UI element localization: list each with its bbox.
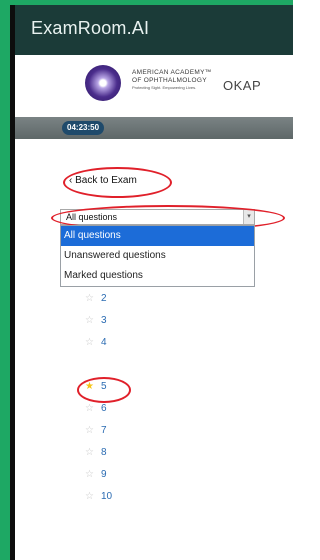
countdown-timer: 04:23:50 <box>62 121 105 135</box>
filter-option-unanswered[interactable]: Unanswered questions <box>61 246 254 266</box>
star-icon[interactable]: ☆ <box>85 491 97 502</box>
star-icon[interactable]: ☆ <box>85 337 97 348</box>
question-number: 7 <box>101 425 107 436</box>
exam-header: AMERICAN ACADEMY™ OF OPHTHALMOLOGY Prote… <box>15 55 293 117</box>
question-item[interactable]: ☆ 9 <box>85 469 145 485</box>
question-item[interactable]: ☆ 6 <box>85 403 145 419</box>
org-name-line2: OF OPHTHALMOLOGY <box>132 77 207 84</box>
annotation-circle-question-5 <box>77 377 131 403</box>
exam-name: OKAP <box>223 78 262 93</box>
question-number: 4 <box>101 337 107 348</box>
filter-option-all[interactable]: All questions <box>61 226 254 246</box>
app-top-bar: ExamRoom.AI <box>15 5 293 55</box>
star-icon[interactable]: ☆ <box>85 425 97 436</box>
star-icon[interactable]: ☆ <box>85 447 97 458</box>
question-item[interactable]: ☆ 8 <box>85 447 145 463</box>
question-filter-dropdown: All questions Unanswered questions Marke… <box>60 225 255 287</box>
question-number: 9 <box>101 469 107 480</box>
app-title: ExamRoom.AI <box>31 18 150 38</box>
question-number: 8 <box>101 447 107 458</box>
question-number: 2 <box>101 293 107 304</box>
star-icon[interactable]: ☆ <box>85 293 97 304</box>
question-item[interactable]: ☆ 10 <box>85 491 145 507</box>
org-tagline: Protecting Sight. Empowering Lives. <box>132 85 197 90</box>
annotation-circle-back <box>63 167 172 198</box>
question-item[interactable]: ☆ 7 <box>85 425 145 441</box>
question-number: 3 <box>101 315 107 326</box>
question-item[interactable]: ☆ 3 <box>85 315 145 331</box>
timer-bar: 04:23:50 <box>15 117 293 139</box>
org-name-line1: AMERICAN ACADEMY™ <box>132 69 212 76</box>
question-number: 10 <box>101 491 113 502</box>
org-logo-text: AMERICAN ACADEMY™ OF OPHTHALMOLOGY Prote… <box>132 69 212 91</box>
window-border-left <box>0 0 10 560</box>
question-item[interactable]: ☆ 4 <box>85 337 145 353</box>
question-item[interactable]: ☆ 2 <box>85 293 145 309</box>
filter-option-marked[interactable]: Marked questions <box>61 266 254 286</box>
question-number: 6 <box>101 403 107 414</box>
star-icon[interactable]: ☆ <box>85 315 97 326</box>
star-icon[interactable]: ☆ <box>85 469 97 480</box>
star-icon[interactable]: ☆ <box>85 403 97 414</box>
aao-logo-icon <box>85 65 121 101</box>
